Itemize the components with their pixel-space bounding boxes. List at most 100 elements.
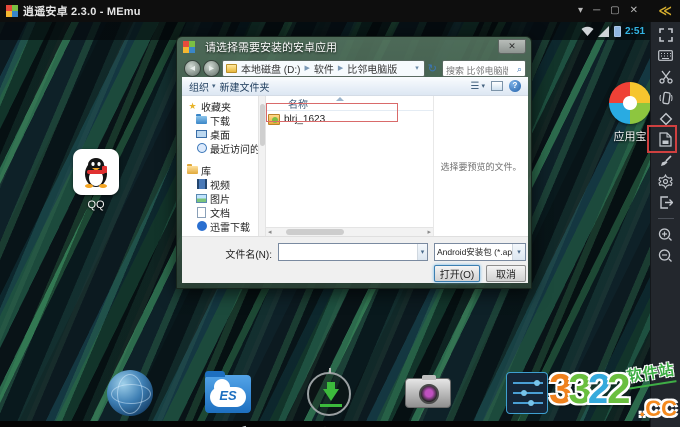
file-open-dialog: 请选择需要安装的安卓应用 ✕ ◂ ▸ 本地磁盘 (D:) ▶ 软件 ▶ 比邻电脑… — [176, 36, 532, 289]
downloads-app-icon[interactable] — [307, 368, 353, 416]
signal-icon — [597, 25, 609, 37]
desktop-icon — [196, 129, 207, 140]
filetype-value: Android安装包 (*.apk) — [437, 247, 512, 257]
filename-input[interactable] — [279, 245, 417, 259]
window-titlebar: 逍遥安卓 2.3.0 - MEmu ▾ ─ ▢ ✕ ≪ — [0, 0, 680, 22]
breadcrumb-dropdown-icon[interactable]: ▾ — [413, 64, 421, 72]
watermark-digits: 3322 — [549, 365, 631, 412]
preview-hint-text: 选择要预览的文件。 — [440, 161, 522, 172]
globe-icon — [107, 370, 153, 416]
maximize-button[interactable]: ▢ — [610, 6, 619, 16]
breadcrumb-item-current[interactable]: 比邻电脑版 — [347, 61, 397, 76]
qq-app-icon[interactable]: QQ — [73, 149, 119, 211]
libraries-icon — [187, 164, 198, 176]
collapse-sidebar-icon[interactable]: ≪ — [658, 3, 672, 19]
views-caret-icon: ▾ — [481, 83, 485, 90]
navpane-libraries-header[interactable]: 库 — [187, 163, 258, 177]
navpane-item-thunder-downloads[interactable]: 迅雷下载 — [187, 219, 258, 233]
watermark-cc-text: .CC — [639, 396, 677, 421]
search-input[interactable] — [443, 63, 511, 78]
window-title: 逍遥安卓 2.3.0 - MEmu — [23, 6, 141, 18]
close-button[interactable]: ✕ — [630, 6, 638, 16]
exit-icon[interactable] — [651, 192, 680, 213]
filename-combo[interactable]: ▾ — [278, 243, 428, 261]
camera-app-icon[interactable] — [405, 370, 451, 416]
browser-app-icon[interactable] — [107, 370, 153, 416]
settings-gear-icon[interactable] — [651, 171, 680, 192]
filetype-combo[interactable]: Android安装包 (*.apk) ▾ — [434, 243, 526, 261]
menu-caret-icon[interactable]: ▾ — [578, 6, 583, 16]
breadcrumb[interactable]: 本地磁盘 (D:) ▶ 软件 ▶ 比邻电脑版 ▾ — [222, 59, 425, 77]
volume-up-icon[interactable] — [651, 224, 680, 245]
breadcrumb-item-drive[interactable]: 本地磁盘 (D:) — [241, 61, 300, 76]
dialog-address-row: ◂ ▸ 本地磁盘 (D:) ▶ 软件 ▶ 比邻电脑版 ▾ ↻ ⌕ — [184, 59, 526, 78]
download-circle-icon — [307, 368, 351, 416]
sort-ascending-icon — [336, 97, 344, 101]
organize-button[interactable]: 组织 ▾ — [189, 79, 216, 94]
dialog-titlebar: 请选择需要安装的安卓应用 — [177, 37, 531, 57]
annotation-box-file — [266, 103, 398, 122]
breadcrumb-separator-icon: ▶ — [304, 65, 310, 72]
minimize-button[interactable]: ─ — [593, 6, 600, 16]
clear-cache-brush-icon[interactable] — [651, 150, 680, 171]
battery-icon — [613, 25, 621, 37]
preview-pane-icon[interactable] — [491, 81, 503, 91]
filename-dropdown-icon[interactable]: ▾ — [417, 244, 427, 260]
pictures-icon — [196, 193, 207, 204]
fullscreen-icon[interactable] — [651, 24, 680, 45]
memu-logo-icon — [6, 5, 18, 17]
dialog-close-button[interactable]: ✕ — [498, 39, 526, 54]
views-button[interactable]: ☰ ▾ — [471, 81, 485, 92]
navpane-item-recent[interactable]: 最近访问的位置 — [187, 141, 258, 155]
recent-places-icon — [196, 143, 207, 154]
dialog-icon — [183, 41, 195, 53]
dialog-title: 请选择需要安装的安卓应用 — [205, 42, 337, 54]
new-folder-button[interactable]: 新建文件夹 — [220, 79, 270, 94]
downloads-folder-icon — [196, 114, 207, 126]
documents-icon — [196, 206, 207, 218]
filetype-dropdown-icon[interactable]: ▾ — [512, 244, 525, 260]
open-button[interactable]: 打开(O) — [434, 265, 480, 282]
volume-down-icon[interactable] — [651, 245, 680, 266]
thunder-icon — [196, 221, 207, 232]
navpane-item-pictures[interactable]: 图片 — [187, 191, 258, 205]
dialog-toolbar: 组织 ▾ 新建文件夹 ☰ ▾ ? — [182, 77, 528, 96]
search-icon: ⌕ — [516, 63, 522, 74]
hscroll-thumb[interactable] — [286, 229, 344, 235]
preview-pane: 选择要预览的文件。 — [434, 96, 528, 236]
es-label: ES — [219, 388, 237, 403]
file-list-hscrollbar[interactable]: ◂ ▸ — [266, 227, 433, 236]
back-nav-icon[interactable]: ◂ — [184, 59, 201, 77]
star-icon: ★ — [188, 100, 197, 111]
breadcrumb-item-folder[interactable]: 软件 — [314, 61, 334, 76]
views-icon: ☰ — [470, 80, 480, 92]
navpane-item-documents[interactable]: 文档 — [187, 205, 258, 219]
refresh-icon[interactable]: ↻ — [428, 62, 437, 75]
breadcrumb-separator-icon: ▶ — [337, 65, 344, 72]
yingyongbao-app-icon[interactable]: 应用宝 — [608, 82, 650, 144]
camera-icon — [405, 375, 451, 408]
help-icon[interactable]: ? — [509, 80, 521, 92]
filename-label: 文件名(N): — [225, 250, 272, 261]
shake-icon[interactable] — [651, 87, 680, 108]
qq-app-label: QQ — [87, 199, 105, 211]
navpane-item-desktop[interactable]: 桌面 — [187, 127, 258, 141]
navpane-scrollbar[interactable] — [258, 96, 266, 236]
navpane-item-videos[interactable]: 视频 — [187, 177, 258, 191]
screenshot-scissors-icon[interactable] — [651, 66, 680, 87]
keyboard-icon[interactable] — [651, 45, 680, 66]
folder-icon: ES — [205, 371, 251, 413]
es-file-explorer-app-icon[interactable]: ES — [205, 370, 251, 416]
yingyongbao-app-label: 应用宝 — [613, 131, 647, 143]
forward-nav-icon[interactable]: ▸ — [203, 59, 220, 77]
qq-penguin-icon — [85, 158, 107, 188]
status-time: 2:51 — [624, 25, 645, 37]
watermark-3322cc: 软件站 3322 .CC — [549, 358, 679, 426]
navpane-favorites-header[interactable]: ★ 收藏夹 — [187, 99, 258, 114]
cancel-button[interactable]: 取消 — [486, 265, 526, 282]
dialog-footer: 文件名(N): ▾ Android安装包 (*.apk) ▾ 打开(O) 取消 — [182, 236, 528, 283]
settings-app-icon[interactable] — [504, 370, 550, 416]
watermark-site-text: 软件站 — [625, 358, 677, 390]
search-box[interactable]: ⌕ — [442, 59, 526, 78]
navpane-item-downloads[interactable]: 下载 — [187, 113, 258, 127]
